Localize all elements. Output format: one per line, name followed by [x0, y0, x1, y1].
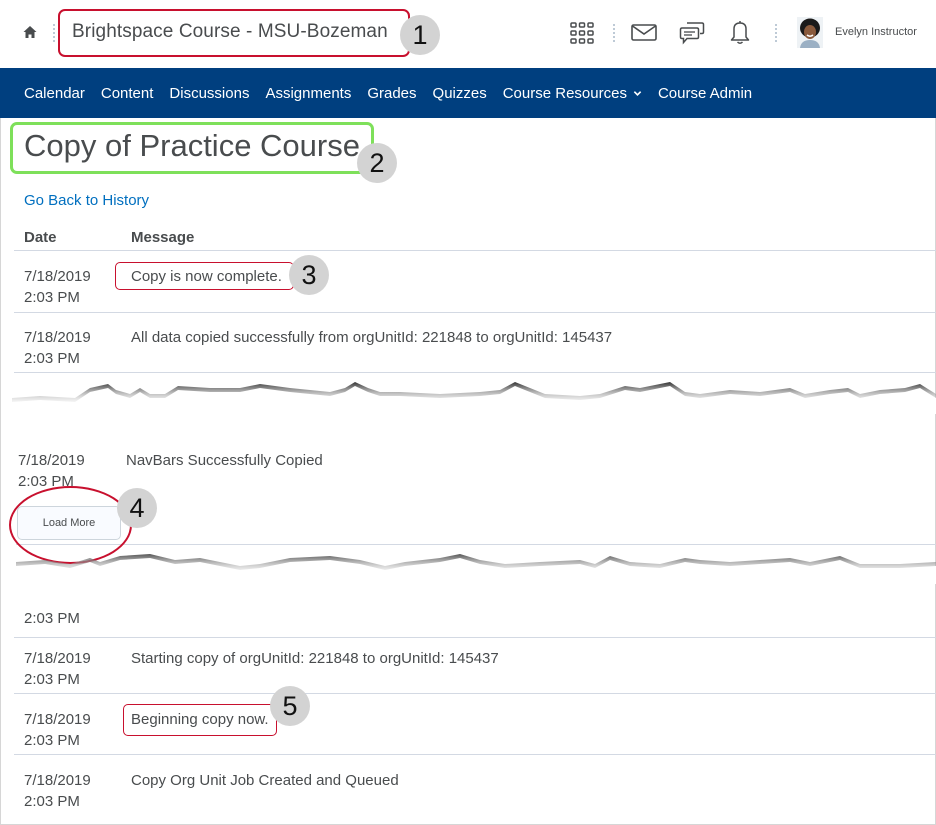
row-time: 2:03 PM — [24, 289, 80, 306]
row-message: Beginning copy now. — [131, 711, 269, 728]
row-message: Starting copy of orgUnitId: 221848 to or… — [131, 650, 499, 667]
row-time: 2:03 PM — [24, 350, 80, 367]
minibar: Brightspace Course - MSU-Bozeman 1 Evely… — [0, 0, 936, 68]
table-row: 7/18/2019 2:03 PM Copy is now complete. — [14, 251, 936, 313]
column-header-date: Date — [24, 229, 57, 246]
date-cell: 7/18/2019 2:03 PM — [24, 327, 91, 369]
row-date: 7/18/2019 — [18, 452, 85, 469]
callout-badge-3: 3 — [289, 255, 329, 295]
table-row: 7/18/2019 2:03 PM All data copied succes… — [14, 313, 936, 373]
user-name[interactable]: Evelyn Instructor — [835, 26, 917, 38]
course-navbar: Calendar Content Discussions Assignments… — [0, 68, 936, 118]
page-title: Copy of Practice Course — [24, 128, 360, 163]
row-message: NavBars Successfully Copied — [126, 452, 323, 469]
row-date: 7/18/2019 — [24, 650, 91, 667]
bell-icon[interactable] — [729, 19, 751, 45]
home-icon[interactable] — [22, 24, 38, 40]
row-time: 2:03 PM — [24, 793, 80, 810]
nav-item-discussions[interactable]: Discussions — [161, 85, 257, 102]
avatar[interactable] — [797, 17, 823, 48]
org-title[interactable]: Brightspace Course - MSU-Bozeman — [72, 21, 388, 43]
row-time: 2:03 PM — [24, 732, 80, 749]
separator — [53, 23, 55, 43]
table-row: 7/18/2019 2:03 PM Copy Org Unit Job Crea… — [14, 755, 936, 817]
row-date: 7/18/2019 — [24, 329, 91, 346]
table-row: 7/18/2019 2:03 PM Beginning copy now. — [14, 694, 936, 755]
table-header: Date Message — [14, 228, 936, 251]
nav-item-calendar[interactable]: Calendar — [16, 85, 93, 102]
callout-badge-5: 5 — [270, 686, 310, 726]
row-message: Copy is now complete. — [131, 268, 282, 285]
date-cell: 7/18/2019 2:03 PM — [24, 770, 91, 812]
callout-badge-4: 4 — [117, 488, 157, 528]
row-date: 7/18/2019 — [24, 711, 91, 728]
separator — [613, 23, 615, 43]
table-row: 2:03 PM — [14, 596, 936, 638]
date-cell: 7/18/2019 2:03 PM — [24, 648, 91, 690]
row-message: All data copied successfully from orgUni… — [131, 329, 613, 346]
row-message: Copy Org Unit Job Created and Queued — [131, 772, 399, 789]
go-back-to-history-link[interactable]: Go Back to History — [24, 192, 149, 209]
table-row: 7/18/2019 2:03 PM Starting copy of orgUn… — [14, 638, 936, 694]
nav-item-assignments[interactable]: Assignments — [257, 85, 359, 102]
nav-item-course-resources[interactable]: Course Resources — [495, 85, 650, 102]
callout-badge-2: 2 — [357, 143, 397, 183]
row-date: 7/18/2019 — [24, 268, 91, 285]
nav-item-course-admin[interactable]: Course Admin — [650, 85, 760, 102]
chat-icon[interactable] — [679, 19, 705, 45]
mail-icon[interactable] — [631, 24, 657, 41]
callout-badge-1: 1 — [400, 15, 440, 55]
column-header-message: Message — [131, 229, 195, 246]
chevron-down-icon — [633, 90, 642, 96]
table-row: 7/18/2019 2:03 PM NavBars Successfully C… — [14, 440, 936, 544]
nav-item-grades[interactable]: Grades — [359, 85, 424, 102]
row-time: 2:03 PM — [24, 671, 80, 688]
nav-item-quizzes[interactable]: Quizzes — [425, 85, 495, 102]
date-cell: 2:03 PM — [24, 608, 80, 629]
row-date: 7/18/2019 — [24, 772, 91, 789]
row-divider — [16, 544, 936, 545]
torn-edge-divider — [16, 554, 936, 584]
waffle-grid-icon[interactable] — [570, 22, 594, 44]
date-cell: 7/18/2019 2:03 PM — [24, 266, 91, 308]
nav-item-label: Course Resources — [502, 84, 627, 102]
date-cell: 7/18/2019 2:03 PM — [24, 709, 91, 751]
row-time: 2:03 PM — [24, 610, 80, 627]
torn-edge-divider — [12, 382, 936, 414]
separator — [775, 23, 777, 43]
nav-item-content[interactable]: Content — [93, 85, 162, 102]
